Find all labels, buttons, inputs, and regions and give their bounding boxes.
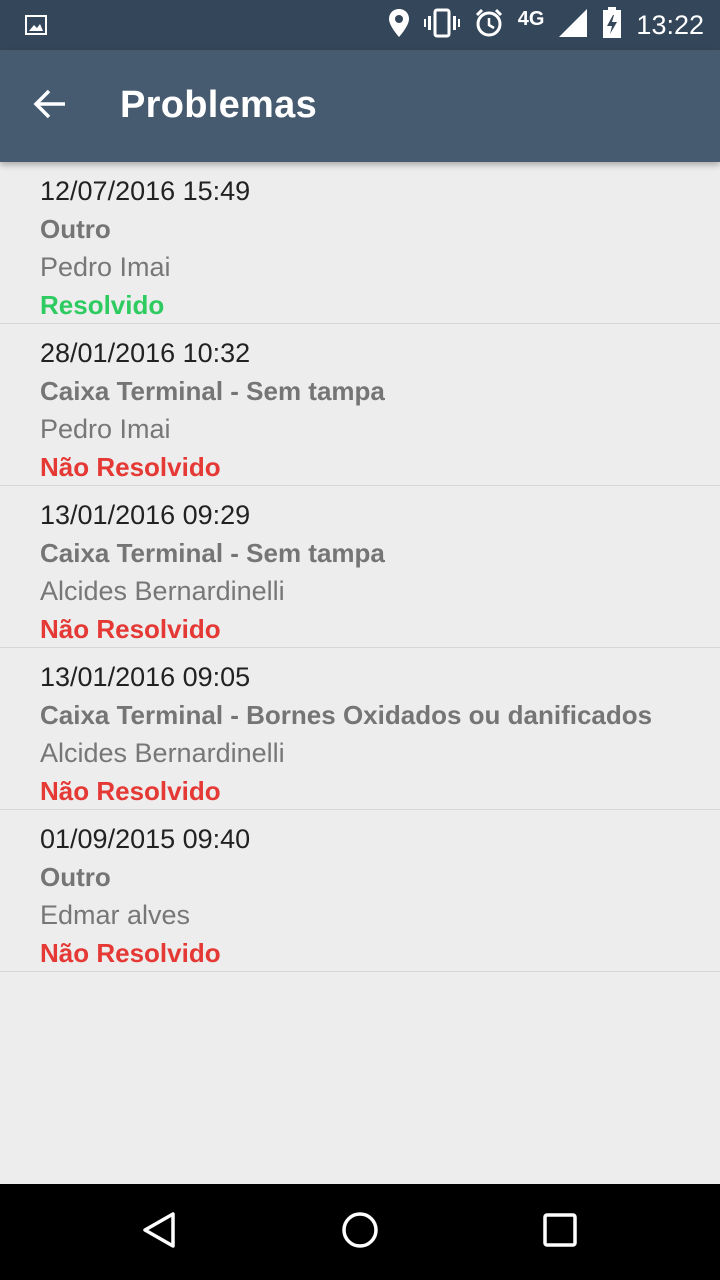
list-item[interactable]: 12/07/2016 15:49 Outro Pedro Imai Resolv… [0, 162, 720, 324]
list-item[interactable]: 13/01/2016 09:05 Caixa Terminal - Bornes… [0, 648, 720, 810]
arrow-back-icon [32, 86, 68, 127]
status-bar: 4G 13:22 [0, 0, 720, 50]
problem-type: Outro [40, 214, 111, 244]
problem-status: Não Resolvido [40, 776, 221, 806]
problem-status: Não Resolvido [40, 938, 221, 968]
problem-datetime: 12/07/2016 15:49 [40, 176, 251, 206]
problem-person: Pedro Imai [40, 414, 171, 444]
problem-person: Edmar alves [40, 900, 191, 930]
nav-recents-button[interactable] [530, 1202, 590, 1262]
nav-back-button[interactable] [130, 1202, 190, 1262]
back-button[interactable] [22, 78, 78, 134]
status-time: 13:22 [636, 9, 704, 40]
problems-list: 12/07/2016 15:49 Outro Pedro Imai Resolv… [0, 162, 720, 972]
problem-type: Caixa Terminal - Bornes Oxidados ou dani… [40, 700, 653, 730]
page-title: Problemas [120, 84, 318, 126]
list-item[interactable]: 01/09/2015 09:40 Outro Edmar alves Não R… [0, 810, 720, 972]
list-item[interactable]: 13/01/2016 09:29 Caixa Terminal - Sem ta… [0, 486, 720, 648]
back-triangle-icon [140, 1210, 180, 1255]
problem-status: Não Resolvido [40, 614, 221, 644]
network-type-label: 4G [517, 7, 545, 30]
image-icon [24, 13, 48, 42]
battery-charging-icon [602, 6, 622, 44]
problem-status: Resolvido [40, 290, 165, 320]
problem-datetime: 13/01/2016 09:05 [40, 662, 251, 692]
location-icon [388, 8, 410, 43]
problem-status: Não Resolvido [40, 452, 221, 482]
vibrate-icon [423, 8, 460, 43]
problem-type: Outro [40, 862, 111, 892]
problem-type: Caixa Terminal - Sem tampa [40, 376, 385, 406]
home-circle-icon [340, 1210, 380, 1255]
list-item[interactable]: 28/01/2016 10:32 Caixa Terminal - Sem ta… [0, 324, 720, 486]
app-bar: Problemas [0, 50, 720, 162]
problem-datetime: 01/09/2015 09:40 [40, 824, 251, 854]
problem-datetime: 13/01/2016 09:29 [40, 500, 251, 530]
alarm-icon [474, 8, 504, 43]
problem-person: Pedro Imai [40, 252, 171, 282]
problem-datetime: 28/01/2016 10:32 [40, 338, 251, 368]
problem-person: Alcides Bernardinelli [40, 576, 285, 606]
navigation-bar [0, 1184, 720, 1280]
recents-square-icon [540, 1210, 580, 1255]
problem-person: Alcides Bernardinelli [40, 738, 285, 768]
problem-type: Caixa Terminal - Sem tampa [40, 538, 385, 568]
nav-home-button[interactable] [330, 1202, 390, 1262]
signal-icon [558, 8, 588, 43]
